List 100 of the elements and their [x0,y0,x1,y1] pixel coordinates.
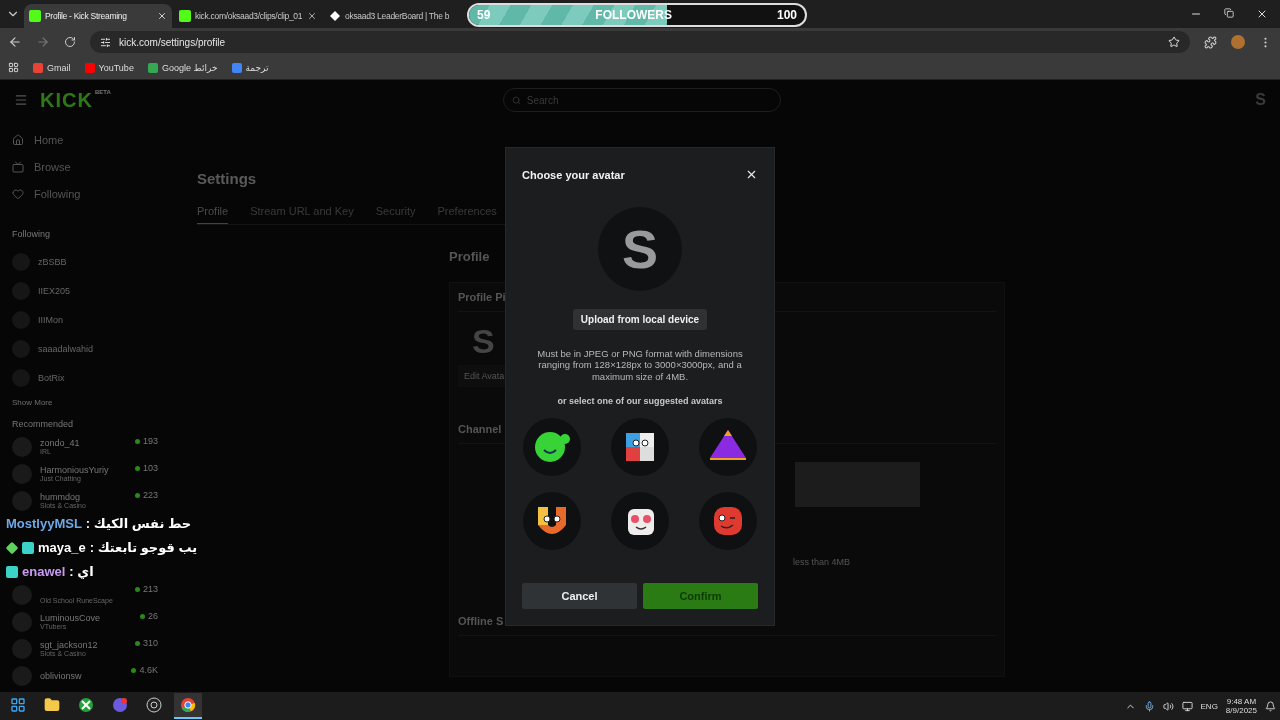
channel-name[interactable]: HarmoniousYuriy [40,465,109,475]
format-note: Must be in JPEG or PNG format with dimensions ranging from 128×128px to 3000×3000px, and a maximum size of 4MB. [536,348,744,383]
microphone-icon[interactable] [1143,700,1155,712]
xbox-icon [78,697,94,713]
goal-current: 59 [476,8,492,22]
reload-icon[interactable] [64,36,76,48]
tab-favicon [329,10,341,22]
profile-avatar: S [472,322,495,361]
heart-icon [12,187,24,200]
browser-tab[interactable]: oksaad3 LeaderBoard | The b [324,4,455,28]
obs-icon [146,697,162,713]
live-dot [134,492,140,498]
language-indicator[interactable]: ENG [1200,701,1218,711]
viewer-count: 103 [142,463,158,473]
site-info-icon[interactable] [100,36,111,48]
current-avatar: S [598,207,682,291]
chat-message: : يب قوجو تابعتك [89,540,198,555]
network-icon[interactable] [1181,700,1193,712]
channel-name[interactable]: BotRix [38,372,65,383]
chat-username: enawel [22,564,66,579]
channel-name[interactable]: oblivionsw [40,670,82,681]
tv-icon [12,160,24,173]
nav-item[interactable]: Home [12,126,158,153]
viewer-count: 223 [142,490,158,500]
channel-name[interactable]: IIIMon [38,314,63,325]
nav-item[interactable]: Following [12,180,158,207]
channel-name[interactable]: hummdog [40,492,81,502]
chat-message: : اي [69,564,94,579]
taskbar-app[interactable] [174,693,202,719]
diamond-badge-icon [5,541,19,554]
channel-name[interactable]: LuminousCove [40,613,101,623]
back-icon[interactable] [8,35,22,49]
bookmark-star-icon[interactable] [1168,36,1180,48]
viewer-count: 4.6K [139,665,158,675]
live-dot [134,640,140,646]
chat-app-icon [112,697,128,713]
url-text: kick.com/settings/profile [119,36,226,48]
viewer-count: 310 [142,638,158,648]
restore-icon[interactable] [1224,8,1234,18]
live-dot [134,465,140,471]
banner-note: less than 4MB [793,557,851,567]
profile-avatar[interactable] [1231,35,1245,49]
viewer-count: 26 [148,611,158,621]
bookmark-favicon [33,62,43,73]
live-dot [134,586,140,592]
live-dot [140,613,145,619]
page-title: Settings [197,170,257,187]
goal-target: 100 [775,8,798,22]
tab-favicon [179,10,191,22]
bookmark-link[interactable]: Google خرائط [147,62,218,73]
address-bar[interactable]: kick.com/settings/profile [90,31,1190,53]
upload-button[interactable]: Upload from local device [572,309,708,330]
close-icon[interactable] [1256,8,1268,20]
kick-logo[interactable]: KICK [40,88,93,112]
volume-icon[interactable] [1162,700,1174,712]
channel-name[interactable]: IIEX205 [38,285,71,296]
viewer-count: 193 [142,436,158,446]
close-icon[interactable] [157,11,167,21]
nav-item[interactable]: Browse [12,153,158,180]
start-icon [10,697,26,713]
tab-favicon [29,10,41,22]
live-dot [134,438,140,444]
chat-username: maya_e [38,540,86,555]
dialog-title: Choose your avatar [522,168,625,181]
cancel-button[interactable]: Cancel [522,583,637,609]
confirm-button[interactable]: Confirm [643,583,758,609]
extensions-icon[interactable] [1204,35,1217,49]
close-icon[interactable] [307,11,317,21]
bookmark-favicon [84,62,95,73]
chat-message: : حط نفس الكيك [85,516,192,531]
section-title: Profile [449,249,490,264]
forward-icon[interactable] [36,35,50,49]
folder-icon [44,697,60,713]
bookmark-favicon [231,62,242,73]
channel-name[interactable]: zBSBB [38,256,67,267]
home-icon [12,133,24,146]
section-title: Recommended [12,419,74,429]
bookmark-link[interactable]: ترجمة [231,62,269,73]
browser-tab[interactable]: kick.com/oksaad3/clips/clip_01 [174,4,322,28]
bookmark-link[interactable]: YouTube [84,62,134,73]
clock[interactable]: 9:48 AM 8/9/2025 [1225,697,1257,715]
show-more-link[interactable]: Show More [12,398,53,407]
notification-icon[interactable] [1265,700,1276,712]
divider-label: or select one of our suggested avatars [557,396,723,407]
viewer-count: 213 [142,584,158,594]
channel-name[interactable]: zondo_41 [40,438,80,448]
bookmark-link[interactable]: Gmail [33,62,71,73]
chat-username: MostlyyMSL [6,516,82,531]
chrome-icon [180,697,196,713]
square-badge-icon [22,541,34,554]
channel-name[interactable]: sgt_jackson12 [40,640,98,650]
live-dot [131,667,137,673]
bookmark-favicon [147,62,158,73]
search-icon [511,95,521,105]
section-title: Following [12,229,51,239]
apps-icon[interactable] [8,62,19,73]
channel-name[interactable]: saaadalwahid [38,343,94,354]
browser-tab[interactable]: Profile - Kick Streaming [24,4,172,28]
square-badge-icon [6,565,18,578]
close-button[interactable] [745,168,758,181]
